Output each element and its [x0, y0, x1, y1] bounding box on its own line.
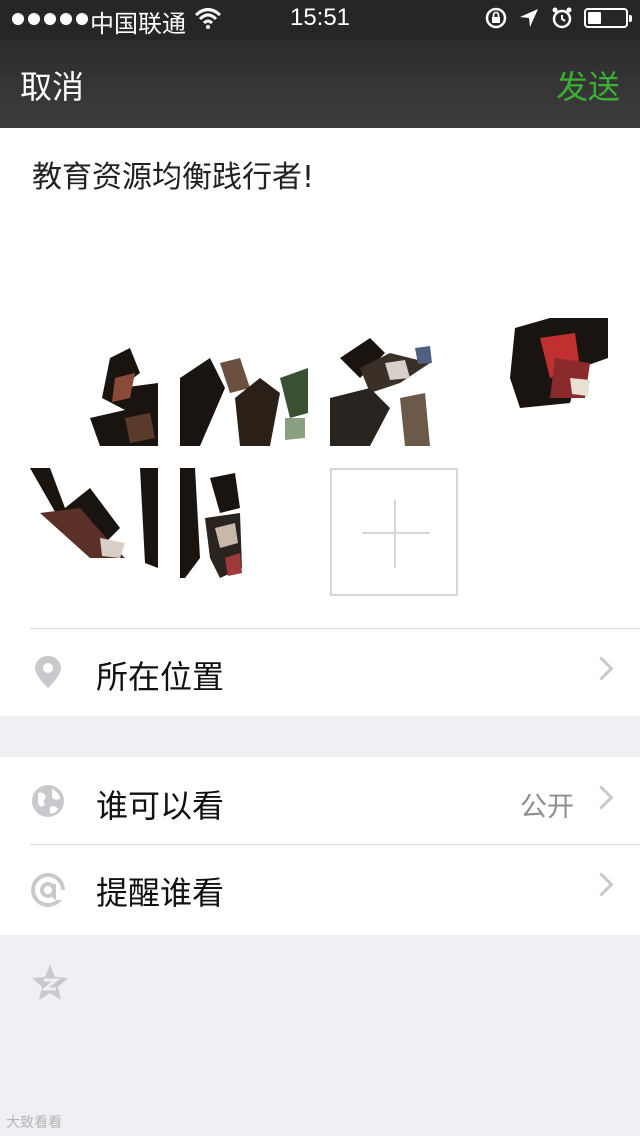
watermark: 大致看看: [6, 1115, 62, 1131]
location-arrow-icon: [520, 9, 538, 27]
alarm-icon: [552, 7, 572, 29]
at-sign-icon: [31, 873, 66, 907]
navigation-bar: 取消 发送: [0, 40, 640, 128]
cancel-button[interactable]: 取消: [20, 62, 84, 108]
photo-thumbnail[interactable]: [480, 318, 608, 446]
location-row[interactable]: 所在位置: [0, 628, 640, 716]
chevron-right-icon: [589, 872, 614, 897]
photo-thumbnail[interactable]: [330, 318, 458, 446]
post-text-input[interactable]: 教育资源均衡践行者!: [32, 152, 314, 196]
mention-label: 提醒谁看: [96, 874, 225, 912]
divider: [30, 844, 640, 845]
globe-icon: [32, 785, 64, 817]
photo-thumbnail[interactable]: [180, 468, 308, 596]
location-pin-icon: [35, 656, 61, 688]
qzone-share-icon[interactable]: [30, 963, 70, 1003]
mention-row[interactable]: 提醒谁看: [0, 844, 640, 935]
photo-thumbnail[interactable]: [30, 318, 158, 446]
chevron-right-icon: [589, 785, 614, 810]
visibility-label: 谁可以看: [96, 787, 225, 825]
photo-thumbnail[interactable]: [30, 468, 158, 596]
add-photo-button[interactable]: [330, 468, 458, 596]
send-button[interactable]: 发送: [556, 62, 620, 108]
visibility-value: 公开: [520, 792, 574, 823]
chevron-right-icon: [589, 656, 614, 681]
location-label: 所在位置: [96, 658, 225, 696]
photo-thumbnail[interactable]: [180, 318, 308, 446]
battery-level: [588, 12, 601, 24]
status-bar: 中国联通 15:51: [0, 0, 640, 40]
rotation-lock-icon: [485, 7, 507, 29]
visibility-row[interactable]: 谁可以看 公开: [0, 757, 640, 844]
divider: [30, 628, 640, 629]
battery-icon: [584, 8, 632, 28]
